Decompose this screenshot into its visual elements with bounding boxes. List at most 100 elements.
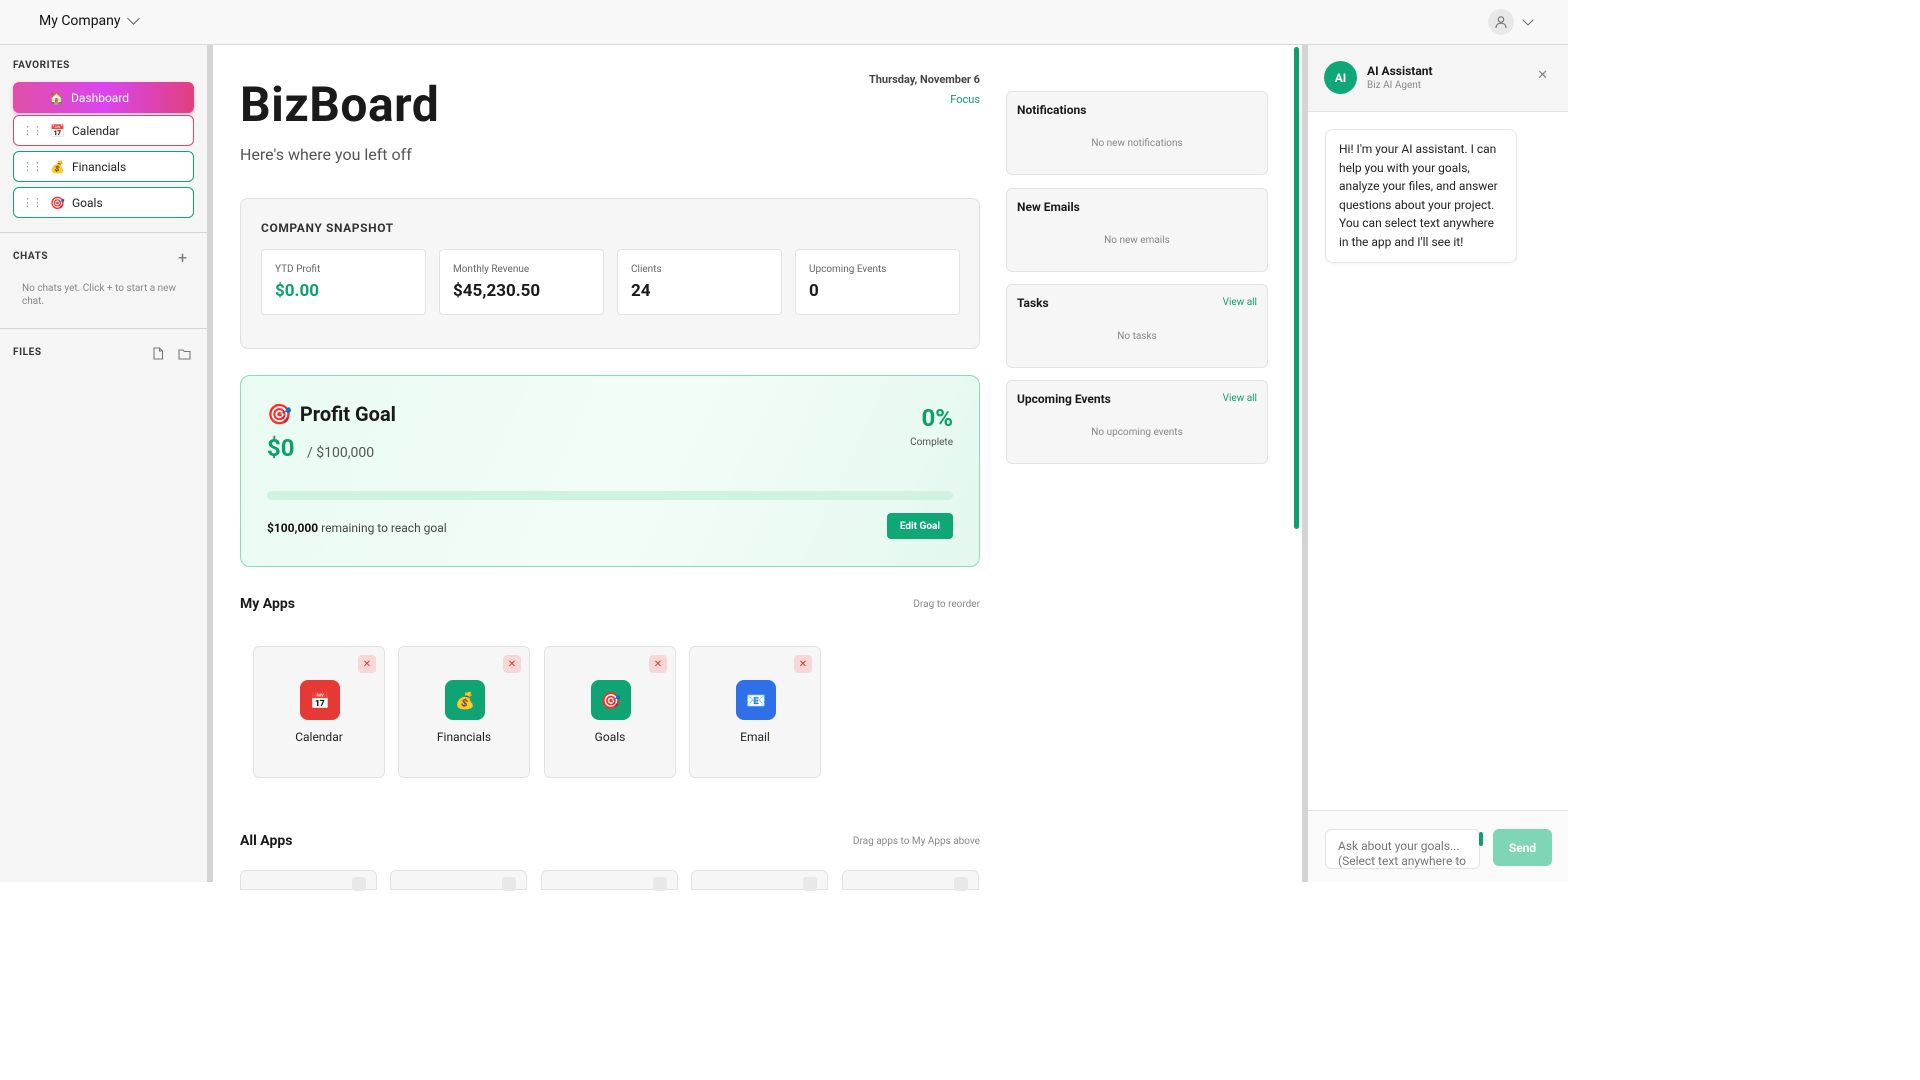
goal-remaining-text: $100,000 remaining to reach goal <box>267 521 447 535</box>
remove-app-icon[interactable]: ✕ <box>794 655 812 673</box>
stat-monthly-revenue: Monthly Revenue $45,230.50 <box>439 249 604 315</box>
app-card-goals[interactable]: ✕ 🎯 Goals <box>544 646 676 778</box>
stat-upcoming-events: Upcoming Events 0 <box>795 249 960 315</box>
notifications-widget: Notifications No new notifications <box>1006 91 1268 175</box>
upcoming-events-widget: Upcoming Events View all No upcoming eve… <box>1006 380 1268 464</box>
app-label: Goals <box>594 730 626 744</box>
stat-value: $0.00 <box>275 281 319 301</box>
money-bag-icon: 💰 <box>50 159 65 174</box>
user-avatar-icon[interactable] <box>1488 9 1514 35</box>
sidebar-item-calendar[interactable]: ⋮⋮ 📅 Calendar <box>13 115 194 146</box>
sidebar-item-label: Calendar <box>72 123 120 138</box>
remove-app-icon[interactable]: ✕ <box>358 655 376 673</box>
widget-empty-text: No upcoming events <box>1091 427 1183 438</box>
app-card-calendar[interactable]: ✕ 📅 Calendar <box>253 646 385 778</box>
sidebar-item-dashboard[interactable]: 🏠 Dashboard <box>13 82 194 113</box>
widget-title: Tasks <box>1017 296 1049 310</box>
add-app-icon[interactable] <box>653 877 667 891</box>
main-scrollbar[interactable] <box>1294 47 1299 529</box>
tasks-view-all-link[interactable]: View all <box>1223 297 1257 308</box>
company-name: My Company <box>39 13 121 29</box>
stat-value: 0 <box>809 281 819 301</box>
chevron-down-icon[interactable] <box>1522 14 1534 26</box>
ai-welcome-message: Hi! I'm your AI assistant. I can help yo… <box>1325 129 1517 263</box>
add-app-icon[interactable] <box>352 877 366 891</box>
ai-subtitle: Biz AI Agent <box>1367 80 1422 91</box>
widget-title: Notifications <box>1017 103 1087 117</box>
all-apps-title: All Apps <box>240 833 293 849</box>
drag-handle-icon[interactable]: ⋮⋮ <box>14 160 50 173</box>
sidebar: FAVORITES 🏠 Dashboard ⋮⋮ 📅 Calendar ⋮⋮ 💰… <box>0 45 208 882</box>
sidebar-divider <box>0 232 208 233</box>
goal-title-text: Profit Goal <box>299 402 396 426</box>
target-icon: 🎯 <box>50 195 65 210</box>
drag-handle-icon[interactable]: ⋮⋮ <box>14 196 50 209</box>
calendar-icon: 📅 <box>50 123 65 138</box>
chats-empty-text: No chats yet. Click + to start a new cha… <box>22 283 176 307</box>
new-chat-plus-icon[interactable]: + <box>178 250 187 266</box>
app-label: Email <box>740 730 770 744</box>
add-app-icon[interactable] <box>954 877 968 891</box>
stat-value: 24 <box>631 281 651 301</box>
add-app-icon[interactable] <box>803 877 817 891</box>
all-apps-card[interactable] <box>842 870 979 891</box>
widget-title: Upcoming Events <box>1017 392 1111 406</box>
home-icon: 🏠 <box>49 90 64 105</box>
ai-chat-input[interactable] <box>1325 829 1480 869</box>
remove-app-icon[interactable]: ✕ <box>503 655 521 673</box>
all-apps-card[interactable] <box>240 870 377 891</box>
stat-clients: Clients 24 <box>617 249 782 315</box>
drag-handle-icon[interactable]: ⋮⋮ <box>14 124 50 137</box>
goal-remaining-amount: $100,000 <box>267 521 319 535</box>
app-card-email[interactable]: ✕ 📧 Email <box>689 646 821 778</box>
goal-complete-label: Complete <box>910 437 953 448</box>
files-title: FILES <box>13 347 42 358</box>
email-icon: 📧 <box>736 680 776 720</box>
new-folder-icon[interactable] <box>178 345 191 364</box>
app-card-financials[interactable]: ✕ 💰 Financials <box>398 646 530 778</box>
all-apps-card[interactable] <box>541 870 678 891</box>
snapshot-title: COMPANY SNAPSHOT <box>261 221 394 235</box>
sidebar-item-label: Goals <box>72 195 103 210</box>
my-apps-hint: Drag to reorder <box>913 599 980 610</box>
goal-current-value: $0 <box>267 434 295 462</box>
focus-link[interactable]: Focus <box>950 93 980 106</box>
company-switcher[interactable]: My Company <box>39 12 140 29</box>
new-emails-widget: New Emails No new emails <box>1006 188 1268 272</box>
widget-empty-text: No tasks <box>1117 331 1157 342</box>
edit-goal-button[interactable]: Edit Goal <box>886 513 953 539</box>
chats-title: CHATS <box>13 251 49 262</box>
current-date: Thursday, November 6 <box>868 73 980 86</box>
sidebar-item-goals[interactable]: ⋮⋮ 🎯 Goals <box>13 187 194 218</box>
add-app-icon[interactable] <box>502 877 516 891</box>
remove-app-icon[interactable]: ✕ <box>649 655 667 673</box>
company-snapshot: COMPANY SNAPSHOT YTD Profit $0.00 Monthl… <box>240 198 980 349</box>
new-file-icon[interactable] <box>152 345 164 364</box>
page-subtitle: Here's where you left off <box>240 145 412 164</box>
ai-name: AI Assistant <box>1367 64 1433 78</box>
my-apps-title: My Apps <box>240 596 295 612</box>
sidebar-divider <box>0 328 208 329</box>
chevron-down-icon <box>126 12 140 25</box>
top-bar: My Company <box>0 0 1568 45</box>
money-bag-icon: 💰 <box>445 680 485 720</box>
send-button[interactable]: Send <box>1493 829 1552 866</box>
stat-value: $45,230.50 <box>453 281 541 301</box>
tasks-widget: Tasks View all No tasks <box>1006 284 1268 368</box>
app-label: Financials <box>436 730 492 744</box>
goal-percent: 0% <box>921 404 953 432</box>
close-icon[interactable]: ✕ <box>1537 69 1548 82</box>
events-view-all-link[interactable]: View all <box>1223 393 1257 404</box>
sidebar-item-label: Financials <box>72 159 127 174</box>
widget-empty-text: No new notifications <box>1091 138 1183 149</box>
user-menu[interactable] <box>1488 9 1534 35</box>
widget-title: New Emails <box>1017 200 1080 214</box>
calendar-icon: 📅 <box>300 680 340 720</box>
widget-empty-text: No new emails <box>1104 235 1170 246</box>
all-apps-card[interactable] <box>390 870 527 891</box>
stat-label: Clients <box>631 264 662 275</box>
stat-ytd-profit: YTD Profit $0.00 <box>261 249 426 315</box>
app-label: Calendar <box>295 730 343 744</box>
sidebar-item-financials[interactable]: ⋮⋮ 💰 Financials <box>13 151 194 182</box>
all-apps-card[interactable] <box>691 870 828 891</box>
